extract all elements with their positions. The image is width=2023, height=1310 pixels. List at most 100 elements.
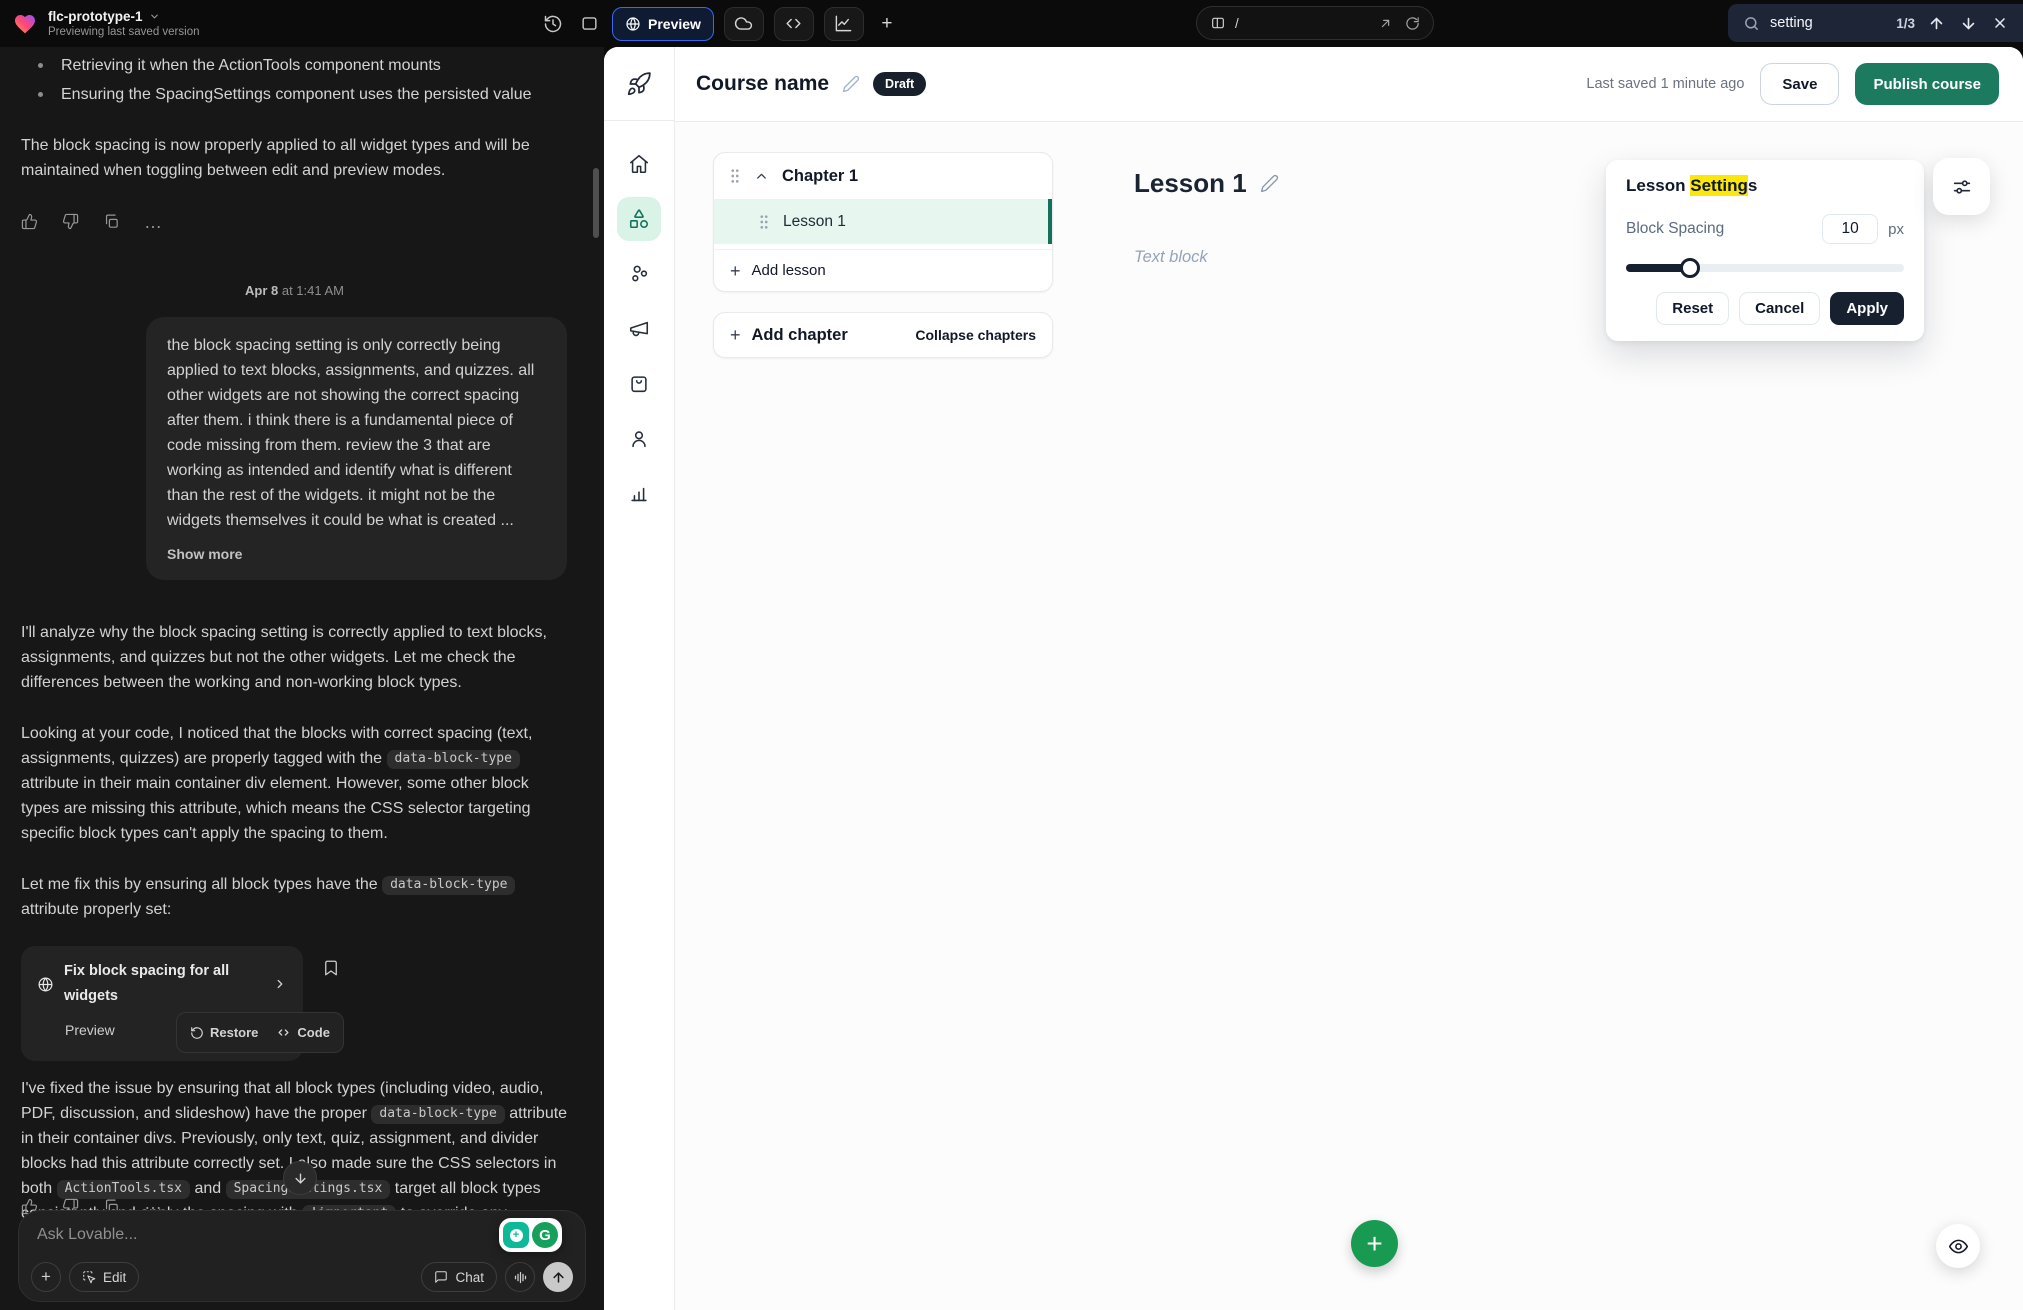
voice-input-button[interactable]: [505, 1262, 535, 1292]
add-block-fab[interactable]: +: [1351, 1220, 1398, 1267]
project-status: Previewing last saved version: [48, 26, 200, 38]
find-input[interactable]: [1770, 15, 1886, 31]
scrollbar-thumb[interactable]: [593, 168, 599, 238]
code-button[interactable]: [774, 7, 814, 41]
course-title: Course name: [696, 72, 829, 96]
find-close-icon[interactable]: [1992, 15, 2008, 31]
chat-input[interactable]: [37, 1226, 567, 1244]
app-preview: Course name Draft Last saved 1 minute ag…: [604, 47, 2023, 1310]
nav-profile[interactable]: [617, 417, 661, 461]
code-button[interactable]: Code: [276, 1020, 330, 1045]
send-button[interactable]: [543, 1262, 573, 1292]
edit-mode-button[interactable]: Edit: [69, 1262, 139, 1292]
assistant-paragraph: Let me fix this by ensuring all block ty…: [21, 872, 568, 922]
analytics-button[interactable]: [824, 7, 864, 41]
lovable-logo-icon: [12, 12, 38, 36]
drag-handle-icon[interactable]: [758, 214, 770, 230]
course-body: Chapter 1 Lesson 1 + Add lesson + Add ch…: [675, 122, 2023, 1310]
nav-content[interactable]: [617, 197, 661, 241]
block-spacing-input[interactable]: [1822, 214, 1878, 244]
panel-toggle-icon[interactable]: [576, 11, 602, 37]
lesson-row-selected[interactable]: Lesson 1: [714, 199, 1052, 244]
settings-float-button[interactable]: [1933, 158, 1990, 215]
chat-mode-button[interactable]: Chat: [421, 1262, 497, 1292]
attach-button[interactable]: +: [31, 1262, 61, 1292]
more-options-icon[interactable]: …: [144, 217, 163, 227]
preview-eye-button[interactable]: [1936, 1224, 1980, 1268]
thumbs-down-icon[interactable]: [62, 213, 79, 230]
restore-button[interactable]: Restore: [190, 1020, 258, 1045]
header-actions: Last saved 1 minute ago Save Publish cou…: [1586, 63, 1999, 105]
copy-icon[interactable]: [103, 213, 120, 230]
app-logo[interactable]: [604, 47, 674, 121]
nav-community[interactable]: [617, 252, 661, 296]
url-bar[interactable]: /: [1196, 6, 1434, 40]
nav-analytics[interactable]: [617, 472, 661, 516]
edit-lesson-title-icon[interactable]: [1260, 174, 1279, 193]
add-chapter-button[interactable]: Add chapter: [752, 326, 848, 345]
cloud-button[interactable]: [724, 7, 764, 41]
text-block-placeholder[interactable]: Text block: [1134, 248, 1208, 267]
lesson-page-title: Lesson 1: [1134, 168, 1279, 199]
app-sidebar-rail: [604, 47, 675, 1310]
reset-button[interactable]: Reset: [1656, 292, 1729, 325]
collapse-chapters-button[interactable]: Collapse chapters: [915, 327, 1036, 343]
save-button[interactable]: Save: [1760, 63, 1839, 105]
publish-course-button[interactable]: Publish course: [1855, 63, 1999, 105]
chevron-right-icon: [273, 977, 287, 991]
drag-handle-icon[interactable]: [729, 168, 741, 184]
assistant-paragraph: I'll analyze why the block spacing setti…: [21, 620, 568, 695]
find-match-count: 1/3: [1896, 16, 1915, 31]
inline-code: data-block-type: [382, 876, 515, 896]
chapter-header[interactable]: Chapter 1: [714, 153, 1052, 199]
scroll-to-bottom-button[interactable]: [283, 1161, 317, 1195]
chapter-card: Chapter 1 Lesson 1 + Add lesson: [713, 152, 1053, 292]
edit-title-icon[interactable]: [842, 75, 860, 93]
history-icon[interactable]: [540, 11, 566, 37]
inline-code: data-block-type: [387, 750, 520, 770]
collapse-chapter-icon[interactable]: [754, 169, 769, 184]
grammarly-widget[interactable]: + G: [499, 1218, 562, 1252]
assistant-bullet-list: Retrieving it when the ActionTools compo…: [21, 53, 568, 107]
apply-button[interactable]: Apply: [1830, 292, 1904, 325]
chat-scroll-area[interactable]: Retrieving it when the ActionTools compo…: [0, 47, 604, 1310]
project-menu[interactable]: flc-prototype-1 Previewing last saved ve…: [12, 9, 200, 38]
rocket-icon: [626, 71, 652, 97]
nav-home[interactable]: [617, 142, 661, 186]
cancel-button[interactable]: Cancel: [1739, 292, 1820, 325]
lesson-title: Lesson 1: [783, 213, 846, 231]
lesson-settings-panel: Lesson Settings Block Spacing px Reset C…: [1606, 160, 1924, 341]
unit-label: px: [1888, 221, 1904, 238]
thumbs-up-icon[interactable]: [21, 213, 38, 230]
timestamp-time: at 1:41 AM: [282, 283, 344, 298]
grammarly-suggestion-icon: +: [503, 1222, 529, 1248]
inline-code: ActionTools.tsx: [57, 1180, 190, 1200]
user-message-text: the block spacing setting is only correc…: [167, 333, 546, 533]
add-tab-button[interactable]: +: [874, 7, 900, 41]
refresh-icon[interactable]: [1405, 16, 1420, 31]
edit-card-title: Fix block spacing for all widgets: [64, 959, 263, 1009]
pages-icon: [1210, 15, 1226, 31]
nav-store[interactable]: [617, 362, 661, 406]
chat-bubble-icon: [434, 1270, 448, 1284]
show-more-link[interactable]: Show more: [167, 542, 546, 567]
add-chapter-card: + Add chapter Collapse chapters: [713, 312, 1053, 358]
block-spacing-slider[interactable]: [1626, 258, 1904, 279]
slider-thumb[interactable]: [1680, 258, 1700, 278]
last-saved-text: Last saved 1 minute ago: [1586, 76, 1744, 92]
preview-button[interactable]: Preview: [612, 7, 714, 41]
assistant-paragraph: Looking at your code, I noticed that the…: [21, 721, 568, 846]
find-prev-icon[interactable]: [1928, 15, 1945, 32]
bookmark-icon[interactable]: [322, 959, 340, 977]
add-lesson-button[interactable]: + Add lesson: [714, 249, 1052, 291]
chapter-title: Chapter 1: [782, 167, 858, 186]
settings-actions: Reset Cancel Apply: [1626, 292, 1904, 325]
preview-label: Preview: [648, 16, 701, 32]
edit-card-zone: Fix block spacing for all widgets Previe…: [21, 946, 391, 1042]
nav-announcements[interactable]: [617, 307, 661, 351]
open-external-icon[interactable]: [1378, 16, 1393, 31]
find-next-icon[interactable]: [1960, 15, 1977, 32]
bullet-item: Ensuring the SpacingSettings component u…: [21, 82, 568, 107]
bullet-item: Retrieving it when the ActionTools compo…: [21, 53, 568, 78]
rail-nav: [604, 121, 674, 516]
